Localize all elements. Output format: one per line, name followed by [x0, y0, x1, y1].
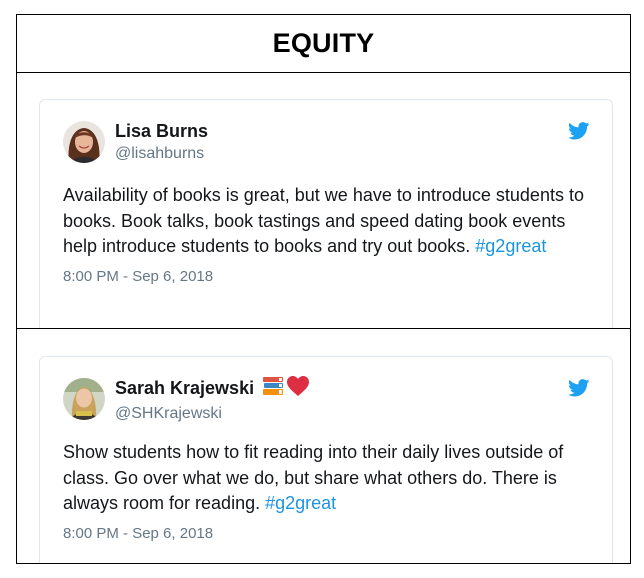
twitter-bird-icon[interactable] — [568, 379, 590, 397]
hashtag-link[interactable]: #g2great — [265, 493, 336, 513]
tweet-timestamp[interactable]: 8:00 PM - Sep 6, 2018 — [63, 268, 588, 285]
hashtag-link[interactable]: #g2great — [475, 236, 546, 256]
tweet-header: Sarah Krajewski @SHKrajewski — [63, 375, 590, 422]
tweet-text: Availability of books is great, but we h… — [63, 183, 593, 260]
table-row: Sarah Krajewski @SHKrajewski Show studen… — [17, 329, 630, 563]
author-handle[interactable]: @SHKrajewski — [115, 404, 310, 423]
books-emoji-icon — [262, 376, 284, 401]
tweet-author: Sarah Krajewski @SHKrajewski — [115, 375, 310, 422]
tweet-author: Lisa Burns @lisahburns — [115, 121, 208, 163]
table-row: Lisa Burns @lisahburns Availability of b… — [17, 73, 630, 329]
tweet-header: Lisa Burns @lisahburns — [63, 120, 590, 164]
author-name[interactable]: Sarah Krajewski — [115, 378, 254, 400]
embedded-tweet[interactable]: Sarah Krajewski @SHKrajewski Show studen… — [39, 356, 613, 563]
author-name[interactable]: Lisa Burns — [115, 121, 208, 143]
avatar[interactable] — [63, 378, 105, 420]
equity-table: EQUITY Lisa Burns @lisahburns Availabili… — [16, 14, 631, 564]
author-handle[interactable]: @lisahburns — [115, 144, 208, 163]
embedded-tweet[interactable]: Lisa Burns @lisahburns Availability of b… — [39, 99, 613, 328]
page-title: EQUITY — [272, 28, 375, 58]
twitter-bird-icon[interactable] — [568, 122, 590, 140]
tweet-timestamp[interactable]: 8:00 PM - Sep 6, 2018 — [63, 525, 588, 542]
red-heart-emoji-icon — [286, 375, 310, 402]
table-header: EQUITY — [17, 15, 630, 73]
tweet-text: Show students how to fit reading into th… — [63, 440, 593, 517]
avatar[interactable] — [63, 121, 105, 163]
